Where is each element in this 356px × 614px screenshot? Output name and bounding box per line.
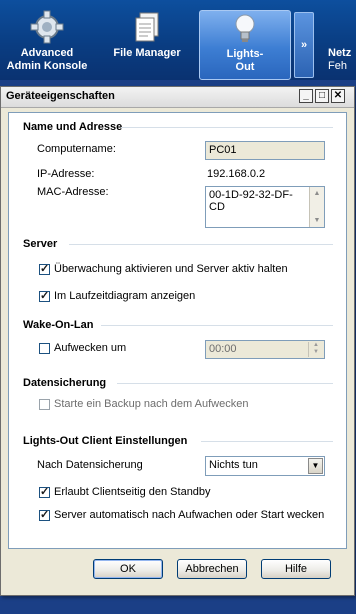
toolbar-label: Advanced (20, 47, 74, 59)
mac-address-label: MAC-Adresse: (37, 186, 109, 198)
lightbulb-icon (235, 14, 255, 42)
properties-panel: Name und Adresse Computername: PC01 IP-A… (8, 112, 347, 549)
runtime-diagram-label: Im Laufzeitdiagram anzeigen (54, 290, 196, 302)
advanced-admin-console-button[interactable]: Advanced Admin Konsole (4, 10, 90, 78)
mac-address-value: 00-1D-92-32-DF-CD (209, 189, 293, 213)
section-heading-backup: Datensicherung (23, 377, 107, 389)
stepper-up-icon[interactable]: ▲ (309, 342, 323, 349)
chevron-down-icon[interactable]: ▼ (308, 458, 323, 474)
device-properties-dialog: Geräteeigenschaften _ □ ✕ Name und Adres… (0, 86, 355, 596)
allow-standby-label: Erlaubt Clientseitig den Standby (54, 486, 211, 498)
toolbar-label: File Manager (113, 47, 181, 59)
toolbar-label: Netz (328, 47, 352, 59)
dialog-titlebar[interactable]: Geräteeigenschaften _ □ ✕ (1, 87, 354, 108)
lights-out-button[interactable]: Lights- Out (199, 10, 291, 80)
close-button[interactable]: ✕ (331, 89, 345, 103)
minimize-button[interactable]: _ (299, 89, 313, 103)
monitor-server-checkbox[interactable] (39, 262, 50, 275)
close-icon: ✕ (333, 90, 343, 101)
toolbar-label: Lights- (226, 48, 264, 60)
wake-time-value: 00:00 (209, 343, 237, 355)
computername-label: Computername: (37, 143, 116, 155)
section-heading-wake-on-lan: Wake-On-Lan (23, 319, 94, 331)
computername-field[interactable]: PC01 (205, 141, 325, 160)
ok-button[interactable]: OK (93, 559, 163, 579)
runtime-diagram-checkbox[interactable] (39, 289, 50, 302)
start-backup-label: Starte ein Backup nach dem Aufwecken (54, 398, 249, 410)
scroll-up-icon[interactable]: ▲ (310, 187, 324, 200)
minimize-icon: _ (303, 90, 309, 101)
after-backup-select[interactable]: Nichts tun ▼ (205, 456, 325, 476)
ip-address-label: IP-Adresse: (37, 168, 95, 180)
toolbar-label: Admin Konsole (6, 60, 88, 72)
after-backup-label: Nach Datensicherung (37, 459, 143, 471)
wake-server-checkbox[interactable] (39, 508, 50, 521)
ip-address-value: 192.168.0.2 (207, 168, 266, 180)
toolbar-label: Out (235, 61, 255, 73)
time-stepper[interactable]: ▲ ▼ (308, 342, 323, 357)
mac-address-field[interactable]: 00-1D-92-32-DF-CD ▲ ▼ (205, 186, 325, 228)
monitor-server-label: Überwachung aktivieren und Server aktiv … (54, 263, 288, 275)
wake-up-label: Aufwecken um (54, 342, 127, 354)
section-heading-server: Server (23, 238, 58, 250)
wake-up-checkbox[interactable] (39, 343, 50, 354)
toolbar-more-button[interactable]: » (294, 12, 314, 78)
section-heading-name-address: Name und Adresse (23, 121, 123, 133)
file-manager-button[interactable]: File Manager (104, 10, 190, 78)
cancel-button[interactable]: Abbrechen (177, 559, 247, 579)
maximize-button[interactable]: □ (315, 89, 329, 103)
section-divider (121, 127, 333, 128)
main-toolbar: Advanced Admin Konsole File Manager Ligh… (0, 0, 356, 80)
section-divider (101, 325, 333, 326)
stepper-down-icon[interactable]: ▼ (309, 349, 323, 356)
scroll-down-icon[interactable]: ▼ (310, 214, 324, 227)
help-button[interactable]: Hilfe (261, 559, 331, 579)
allow-standby-checkbox[interactable] (39, 485, 50, 498)
toolbar-item-network-partial[interactable]: Netz Feh (328, 47, 351, 73)
section-divider (201, 441, 333, 442)
wake-server-label: Server automatisch nach Aufwachen oder S… (54, 509, 325, 521)
toolbar-label: Feh (328, 60, 347, 72)
section-heading-client-settings: Lights-Out Client Einstellungen (23, 435, 188, 447)
after-backup-value: Nichts tun (209, 459, 258, 471)
mac-scrollbar[interactable]: ▲ ▼ (309, 187, 324, 227)
gear-icon (30, 10, 64, 44)
documents-icon (135, 12, 159, 42)
start-backup-checkbox[interactable] (39, 399, 50, 410)
wake-time-spinner[interactable]: 00:00 ▲ ▼ (205, 340, 325, 359)
dialog-title: Geräteeigenschaften (6, 90, 115, 102)
section-divider (69, 244, 333, 245)
section-divider (117, 383, 333, 384)
maximize-icon: □ (318, 90, 326, 101)
